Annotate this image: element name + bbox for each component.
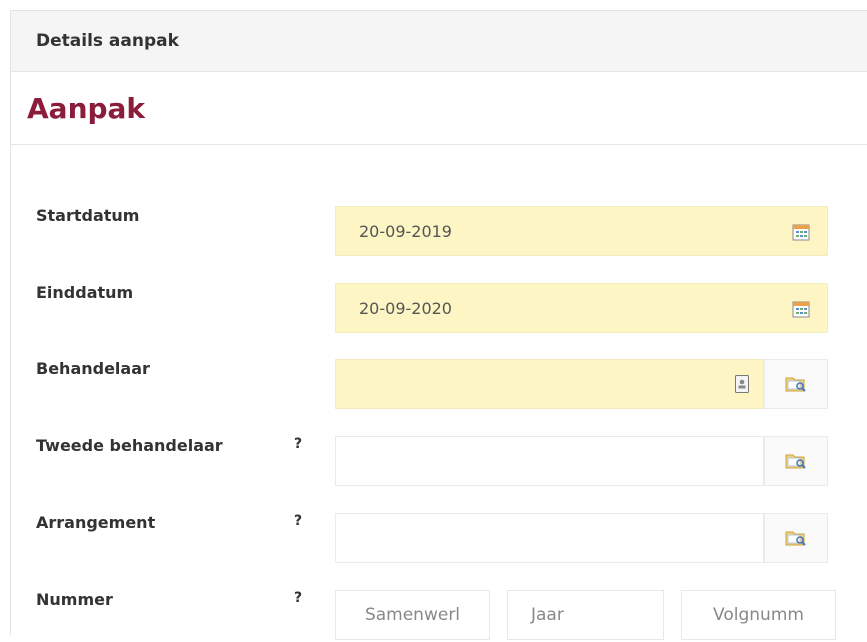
startdatum-value: 20-09-2019: [359, 221, 452, 241]
behandelaar-label: Behandelaar: [36, 359, 150, 378]
nummer-volgnummer-input[interactable]: Volgnumm: [681, 590, 836, 640]
arrangement-label: Arrangement: [36, 513, 156, 532]
nummer-samenwerking-input[interactable]: Samenwerl: [335, 590, 490, 640]
row-nummer: Nummer ? Samenwerl Jaar Volgnumm: [11, 590, 867, 642]
einddatum-value: 20-09-2020: [359, 298, 452, 318]
startdatum-input[interactable]: 20-09-2019: [335, 206, 828, 256]
einddatum-input[interactable]: 20-09-2020: [335, 283, 828, 333]
folder-search-icon: [785, 454, 806, 469]
tweede-behandelaar-label: Tweede behandelaar: [36, 436, 223, 455]
help-icon[interactable]: ?: [294, 436, 302, 452]
row-einddatum: Einddatum 20-09-2020: [11, 283, 867, 335]
einddatum-label: Einddatum: [36, 283, 134, 302]
help-icon[interactable]: ?: [294, 513, 302, 529]
nummer-volgnummer-placeholder: Volgnumm: [713, 605, 804, 625]
arrangement-lookup-button[interactable]: [764, 513, 828, 563]
tweede-behandelaar-lookup-button[interactable]: [764, 436, 828, 486]
nummer-samenwerking-placeholder: Samenwerl: [364, 605, 461, 625]
arrangement-input[interactable]: [335, 513, 764, 563]
nummer-jaar-input[interactable]: Jaar: [507, 590, 664, 640]
details-panel: Details aanpak Aanpak Startdatum 20-09-2…: [10, 10, 867, 640]
row-behandelaar: Behandelaar: [11, 359, 867, 411]
help-icon[interactable]: ?: [294, 590, 302, 606]
behandelaar-input[interactable]: [335, 359, 764, 409]
calendar-icon[interactable]: [792, 300, 810, 318]
tweede-behandelaar-input[interactable]: [335, 436, 764, 486]
row-tweede-behandelaar: Tweede behandelaar ?: [11, 436, 867, 488]
panel-header: Details aanpak: [11, 11, 867, 72]
folder-search-icon: [785, 531, 806, 546]
contact-card-icon[interactable]: [735, 375, 749, 393]
row-startdatum: Startdatum 20-09-2019: [11, 206, 867, 258]
behandelaar-lookup-button[interactable]: [764, 359, 828, 409]
folder-search-icon: [785, 377, 806, 392]
nummer-label: Nummer: [36, 590, 113, 609]
startdatum-label: Startdatum: [36, 206, 140, 225]
row-arrangement: Arrangement ?: [11, 513, 867, 565]
section-title: Aanpak: [11, 72, 867, 145]
nummer-jaar-placeholder: Jaar: [531, 605, 564, 625]
calendar-icon[interactable]: [792, 223, 810, 241]
